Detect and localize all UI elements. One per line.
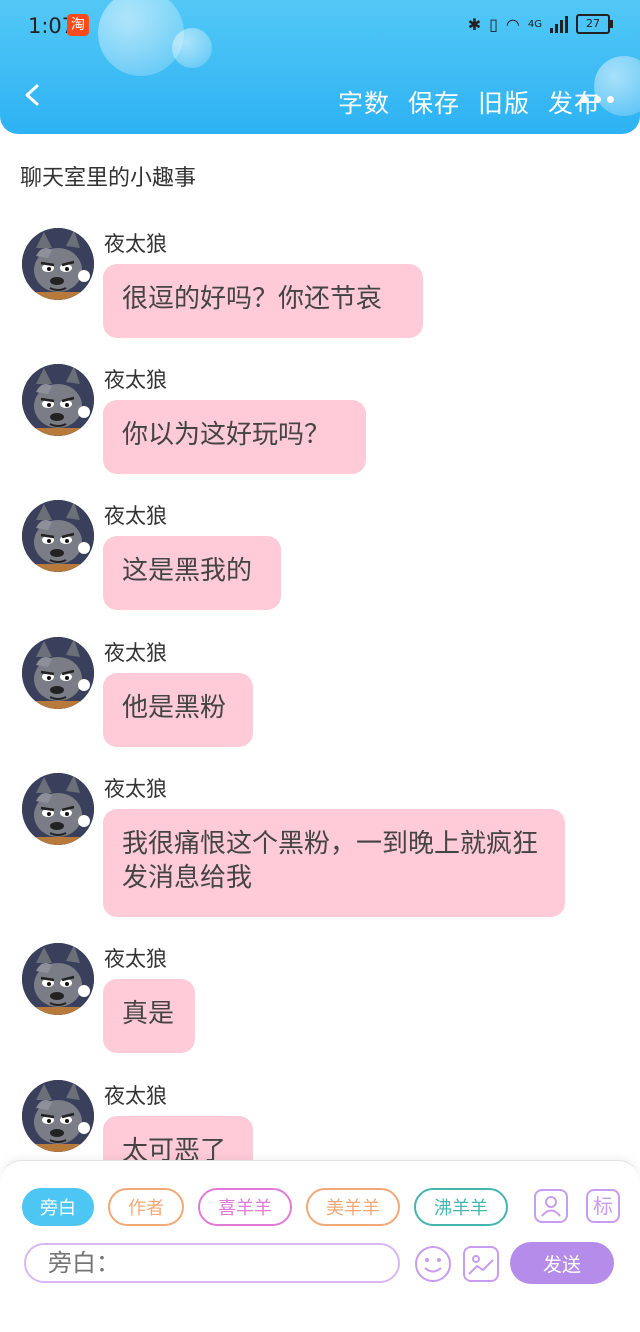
role-chip-narrator[interactable]: 旁白 — [22, 1188, 94, 1226]
emoji-icon[interactable] — [414, 1245, 452, 1283]
speaker-name: 夜太狼 — [104, 504, 167, 528]
message-bubble[interactable]: 他是黑粉 — [103, 673, 253, 747]
speaker-name: 夜太狼 — [104, 368, 167, 392]
role-chip-meiyangyang[interactable]: 美羊羊 — [306, 1188, 400, 1226]
old-version-button[interactable]: 旧版 — [478, 84, 530, 120]
wifi-icon: ◠ — [505, 14, 520, 34]
mark-icon[interactable]: 标 — [586, 1189, 620, 1223]
avatar[interactable] — [22, 228, 94, 300]
avatar[interactable] — [22, 1080, 94, 1152]
message-bubble[interactable]: 你以为这好玩吗？ — [103, 400, 366, 474]
send-button[interactable]: 发送 — [510, 1242, 614, 1284]
vibrate-icon: ▯ — [489, 14, 498, 34]
role-selector: 旁白 作者 喜羊羊 美羊羊 沸羊羊 — [22, 1188, 508, 1226]
avatar[interactable] — [22, 943, 94, 1015]
avatar[interactable] — [22, 364, 94, 436]
status-bar: 1:07 淘 ✱ ▯ ◠ 4G 27 — [0, 0, 640, 50]
role-chip-feiyangyang[interactable]: 沸羊羊 — [414, 1188, 508, 1226]
avatar[interactable] — [22, 773, 94, 845]
speaker-name: 夜太狼 — [104, 1084, 167, 1108]
message-bubble[interactable]: 我很痛恨这个黑粉，一到晚上就疯狂发消息给我 — [103, 809, 565, 917]
person-card-icon[interactable] — [534, 1189, 568, 1223]
header-actions: 字数 保存 旧版 发布 — [338, 84, 600, 120]
bluetooth-icon: ✱ — [467, 14, 482, 34]
speaker-name: 夜太狼 — [104, 947, 167, 971]
avatar[interactable] — [22, 637, 94, 709]
message-input[interactable] — [24, 1243, 400, 1283]
battery-icon: 27 — [576, 14, 613, 34]
status-icons: ✱ ▯ ◠ 4G 27 — [467, 14, 613, 34]
word-count-button[interactable]: 字数 — [338, 84, 390, 120]
save-button[interactable]: 保存 — [408, 84, 460, 120]
message-bubble[interactable]: 真是 — [103, 979, 195, 1053]
story-title: 聊天室里的小趣事 — [20, 166, 197, 191]
message-bubble[interactable]: 很逗的好吗？你还节哀 — [103, 264, 423, 338]
speaker-name: 夜太狼 — [104, 641, 167, 665]
more-options-icon[interactable] — [581, 96, 614, 103]
top-app-bar: 1:07 淘 ✱ ▯ ◠ 4G 27 字数 保存 旧版 发布 — [0, 0, 640, 134]
message-bubble[interactable]: 这是黑我的 — [103, 536, 281, 610]
taobao-notification-icon: 淘 — [67, 14, 89, 36]
decor-bubble — [594, 56, 640, 116]
back-arrow-icon[interactable] — [22, 84, 44, 106]
speaker-name: 夜太狼 — [104, 232, 167, 256]
image-icon[interactable] — [463, 1246, 499, 1282]
role-chip-author[interactable]: 作者 — [108, 1188, 184, 1226]
speaker-name: 夜太狼 — [104, 777, 167, 801]
role-chip-xiyangyang[interactable]: 喜羊羊 — [198, 1188, 292, 1226]
avatar[interactable] — [22, 500, 94, 572]
signal-icon — [550, 15, 568, 33]
network-type: 4G — [527, 18, 542, 30]
